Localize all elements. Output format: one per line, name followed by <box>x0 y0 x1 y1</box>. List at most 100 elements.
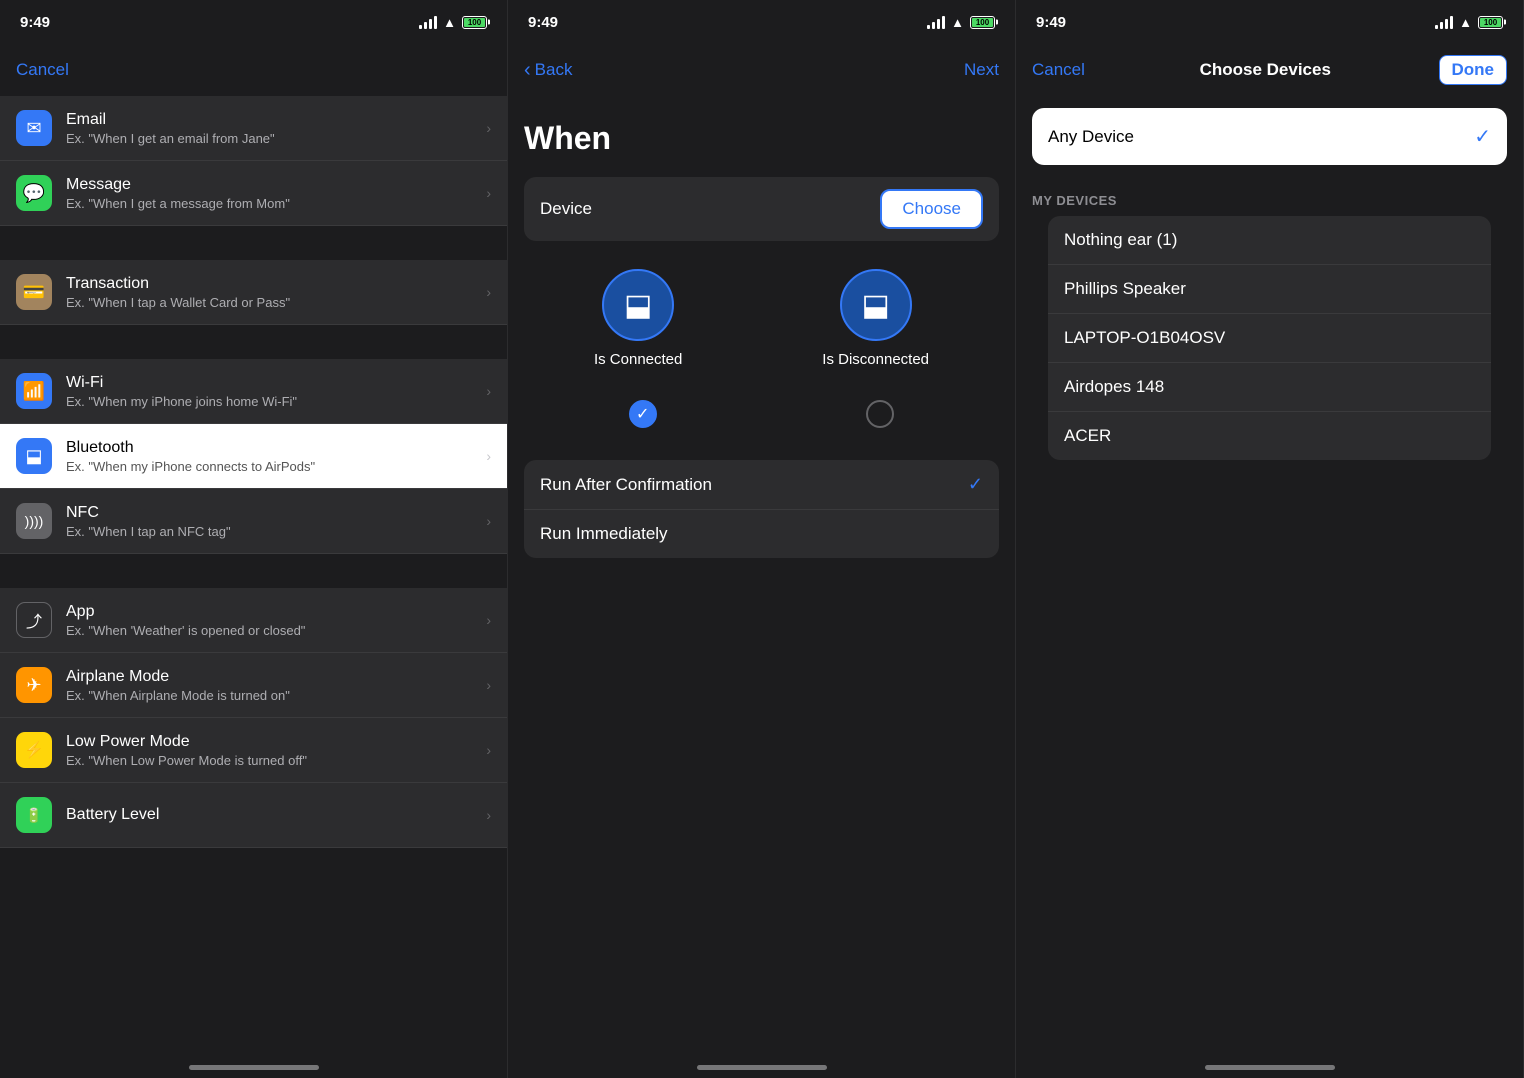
signal-icon-3 <box>1435 16 1453 29</box>
airplane-icon: ✈ <box>16 667 52 703</box>
email-sub: Ex. "When I get an email from Jane" <box>66 131 486 146</box>
bt-icon-disconnected: ⬓ <box>861 288 889 323</box>
status-bar-2: 9:49 ▲ 100 <box>508 0 1015 44</box>
choose-button[interactable]: Choose <box>880 189 983 229</box>
nav-bar-1: Cancel <box>0 44 507 96</box>
airplane-title: Airplane Mode <box>66 668 486 686</box>
chevron-wifi: › <box>486 383 491 399</box>
status-bar-3: 9:49 ▲ 100 <box>1016 0 1523 44</box>
check-icon-connected: ✓ <box>636 404 649 424</box>
bt-option-disconnected[interactable]: ⬓ Is Disconnected <box>822 269 929 368</box>
device-nothing-ear[interactable]: Nothing ear (1) <box>1048 216 1491 265</box>
done-button[interactable]: Done <box>1439 55 1508 85</box>
status-bar-1: 9:49 ▲ 100 <box>0 0 507 44</box>
time-3: 9:49 <box>1036 14 1066 31</box>
cancel-button-3[interactable]: Cancel <box>1032 60 1092 80</box>
nfc-sub: Ex. "When I tap an NFC tag" <box>66 524 486 539</box>
list-item-airplane[interactable]: ✈ Airplane Mode Ex. "When Airplane Mode … <box>0 653 507 718</box>
panel-2: 9:49 ▲ 100 ‹ Back Next When Device <box>508 0 1016 1078</box>
battery-icon: 🔋 <box>16 797 52 833</box>
battery-1: 100 <box>462 16 487 29</box>
chevron-airplane: › <box>486 677 491 693</box>
chevron-app: › <box>486 612 491 628</box>
radio-connected[interactable]: ✓ <box>629 400 657 428</box>
any-device-label: Any Device <box>1048 127 1134 147</box>
message-icon: 💬 <box>16 175 52 211</box>
list-item-app[interactable]: ⤴ App Ex. "When 'Weather' is opened or c… <box>0 588 507 653</box>
device-label: Device <box>540 199 592 219</box>
status-icons-3: ▲ 100 <box>1435 15 1503 30</box>
device-row: Device Choose <box>524 177 999 241</box>
chevron-battery: › <box>486 807 491 823</box>
lowpower-icon: ⚡ <box>16 732 52 768</box>
list-item-battery[interactable]: 🔋 Battery Level › <box>0 783 507 848</box>
battery-title: Battery Level <box>66 806 486 824</box>
chevron-transaction: › <box>486 284 491 300</box>
chevron-bluetooth: › <box>486 448 491 464</box>
choose-devices-title: Choose Devices <box>1092 60 1439 80</box>
run-immediately-label: Run Immediately <box>540 524 668 544</box>
device-phillips[interactable]: Phillips Speaker <box>1048 265 1491 314</box>
bt-options: ⬓ Is Connected ⬓ Is Disconnected <box>524 269 999 368</box>
status-icons-2: ▲ 100 <box>927 15 995 30</box>
list-item-wifi[interactable]: 📶 Wi-Fi Ex. "When my iPhone joins home W… <box>0 359 507 424</box>
device-acer[interactable]: ACER <box>1048 412 1491 460</box>
message-sub: Ex. "When I get a message from Mom" <box>66 196 486 211</box>
list-item-lowpower[interactable]: ⚡ Low Power Mode Ex. "When Low Power Mod… <box>0 718 507 783</box>
battery-2: 100 <box>970 16 995 29</box>
message-title: Message <box>66 176 486 194</box>
time-2: 9:49 <box>528 14 558 31</box>
list-item-nfc[interactable]: )))) NFC Ex. "When I tap an NFC tag" › <box>0 489 507 554</box>
back-button-2[interactable]: ‹ Back <box>524 60 572 80</box>
chevron-lowpower: › <box>486 742 491 758</box>
wifi-title: Wi-Fi <box>66 374 486 392</box>
app-icon: ⤴ <box>16 602 52 638</box>
cancel-button-1[interactable]: Cancel <box>16 60 76 80</box>
bt-icon-connected: ⬓ <box>624 288 652 323</box>
bluetooth-title: Bluetooth <box>66 439 486 457</box>
devices-list: Nothing ear (1) Phillips Speaker LAPTOP-… <box>1032 216 1507 460</box>
email-title: Email <box>66 111 486 129</box>
any-device-row[interactable]: Any Device ✓ <box>1032 108 1507 165</box>
bluetooth-icon: ⬓ <box>16 438 52 474</box>
run-immediately[interactable]: Run Immediately <box>524 510 999 558</box>
transaction-sub: Ex. "When I tap a Wallet Card or Pass" <box>66 295 486 310</box>
bt-connected-circle: ⬓ <box>602 269 674 341</box>
next-button-2[interactable]: Next <box>939 60 999 80</box>
email-icon: ✉ <box>16 110 52 146</box>
bt-disconnected-label: Is Disconnected <box>822 351 929 368</box>
run-after-confirmation[interactable]: Run After Confirmation ✓ <box>524 460 999 510</box>
panel1-list: ✉ Email Ex. "When I get an email from Ja… <box>0 96 507 1048</box>
wifi-sub: Ex. "When my iPhone joins home Wi-Fi" <box>66 394 486 409</box>
list-item-message[interactable]: 💬 Message Ex. "When I get a message from… <box>0 161 507 226</box>
chevron-message: › <box>486 185 491 201</box>
nfc-title: NFC <box>66 504 486 522</box>
airplane-sub: Ex. "When Airplane Mode is turned on" <box>66 688 486 703</box>
bluetooth-sub: Ex. "When my iPhone connects to AirPods" <box>66 459 486 474</box>
run-after-label: Run After Confirmation <box>540 475 712 495</box>
when-title: When <box>524 96 999 177</box>
bt-option-connected[interactable]: ⬓ Is Connected <box>594 269 682 368</box>
list-item-transaction[interactable]: 💳 Transaction Ex. "When I tap a Wallet C… <box>0 260 507 325</box>
bt-disconnected-circle: ⬓ <box>840 269 912 341</box>
panel-1: 9:49 ▲ 100 Cancel ✉ Email <box>0 0 508 1078</box>
list-item-bluetooth[interactable]: ⬓ Bluetooth Ex. "When my iPhone connects… <box>0 424 507 489</box>
run-section: Run After Confirmation ✓ Run Immediately <box>524 460 999 558</box>
signal-icon-1 <box>419 16 437 29</box>
device-laptop[interactable]: LAPTOP-O1B04OSV <box>1048 314 1491 363</box>
list-item-email[interactable]: ✉ Email Ex. "When I get an email from Ja… <box>0 96 507 161</box>
wifi-status-icon-2: ▲ <box>951 15 964 30</box>
panel2-content: When Device Choose ⬓ Is Connected ⬓ Is D… <box>508 96 1015 1048</box>
radio-disconnected[interactable] <box>866 400 894 428</box>
device-airdopes[interactable]: Airdopes 148 <box>1048 363 1491 412</box>
app-title: App <box>66 603 486 621</box>
my-devices-header: MY DEVICES <box>1016 177 1523 216</box>
radio-row: ✓ <box>524 400 999 428</box>
battery-3: 100 <box>1478 16 1503 29</box>
panel-3: 9:49 ▲ 100 Cancel Choose Devices Done An… <box>1016 0 1524 1078</box>
nav-bar-3: Cancel Choose Devices Done <box>1016 44 1523 96</box>
app-sub: Ex. "When 'Weather' is opened or closed" <box>66 623 486 638</box>
transaction-title: Transaction <box>66 275 486 293</box>
wifi-icon: 📶 <box>16 373 52 409</box>
status-icons-1: ▲ 100 <box>419 15 487 30</box>
